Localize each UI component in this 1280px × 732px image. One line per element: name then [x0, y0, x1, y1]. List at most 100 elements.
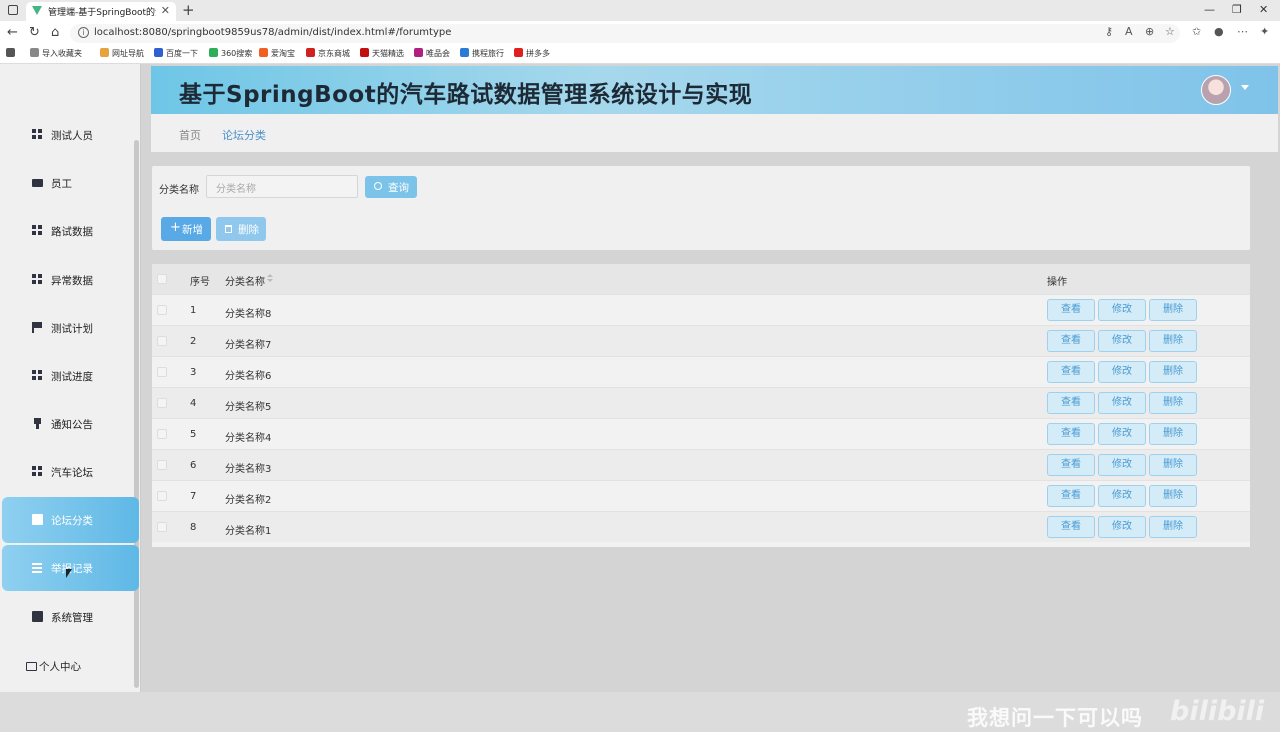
column-header-name[interactable]: 分类名称: [225, 273, 265, 288]
table-header: 序号 分类名称 操作: [152, 264, 1250, 294]
bookmark-folder-icon[interactable]: [6, 48, 18, 58]
sidebar-item-abnormal-data[interactable]: 异常数据: [2, 257, 139, 303]
caret-down-icon[interactable]: [1241, 85, 1249, 90]
delete-button[interactable]: 删除: [1149, 454, 1197, 476]
add-button[interactable]: + 新增: [161, 217, 211, 241]
row-checkbox[interactable]: [157, 429, 167, 439]
url-text: localhost:8080/springboot9859us78/admin/…: [94, 27, 452, 38]
copilot-icon[interactable]: ✦: [1260, 25, 1269, 38]
delete-button[interactable]: 删除: [1149, 516, 1197, 538]
edit-button[interactable]: 修改: [1098, 423, 1146, 445]
sidebar-item-test-plan[interactable]: 测试计划: [2, 305, 139, 351]
grid-icon: [32, 129, 43, 140]
bookmark-item[interactable]: 网址导航: [100, 48, 144, 59]
row-index: 1: [190, 305, 197, 316]
edit-button[interactable]: 修改: [1098, 361, 1146, 383]
bookmark-item[interactable]: 携程旅行: [460, 48, 504, 59]
browser-tab[interactable]: 管理端-基于SpringBoot的汽车路 ✕: [26, 2, 176, 21]
query-button[interactable]: 查询: [365, 176, 417, 198]
profile-icon[interactable]: ●: [1214, 25, 1224, 38]
bookmark-item[interactable]: 百度一下: [154, 48, 198, 59]
sidebar-item-system-management[interactable]: 系统管理: [2, 594, 139, 640]
new-tab-icon[interactable]: +: [182, 1, 195, 19]
row-checkbox[interactable]: [157, 398, 167, 408]
column-header-index: 序号: [190, 277, 210, 288]
view-button[interactable]: 查看: [1047, 485, 1095, 507]
view-button[interactable]: 查看: [1047, 299, 1095, 321]
sort-icon[interactable]: [267, 274, 273, 284]
view-button[interactable]: 查看: [1047, 330, 1095, 352]
flag-icon: [32, 322, 43, 333]
favorite-star-icon[interactable]: ☆: [1165, 25, 1175, 38]
favorites-icon[interactable]: ✩: [1192, 25, 1201, 38]
bookmark-item[interactable]: 爱淘宝: [259, 48, 295, 59]
row-index: 3: [190, 367, 197, 378]
minimize-icon[interactable]: —: [1204, 3, 1215, 16]
close-window-icon[interactable]: ✕: [1259, 3, 1268, 16]
delete-button[interactable]: 删除: [1149, 299, 1197, 321]
edit-button[interactable]: 修改: [1098, 330, 1146, 352]
site-info-icon[interactable]: i: [78, 27, 89, 38]
avatar[interactable]: [1201, 75, 1231, 105]
row-checkbox[interactable]: [157, 305, 167, 315]
view-button[interactable]: 查看: [1047, 516, 1095, 538]
row-checkbox[interactable]: [157, 491, 167, 501]
batch-delete-button[interactable]: 删除: [216, 217, 266, 241]
breadcrumb-home[interactable]: 首页: [179, 127, 201, 143]
view-button[interactable]: 查看: [1047, 361, 1095, 383]
delete-button[interactable]: 删除: [1149, 423, 1197, 445]
edit-button[interactable]: 修改: [1098, 392, 1146, 414]
delete-button[interactable]: 删除: [1149, 361, 1197, 383]
sidebar-item-user-center[interactable]: 个人中心: [26, 659, 81, 674]
table-row: 2 分类名称7 查看 修改 删除: [152, 325, 1250, 356]
sidebar-item-road-test-data[interactable]: 路试数据: [2, 208, 139, 254]
grid-icon: [32, 225, 43, 236]
zoom-icon[interactable]: ⊕: [1145, 25, 1154, 38]
view-button[interactable]: 查看: [1047, 423, 1095, 445]
delete-button[interactable]: 删除: [1149, 392, 1197, 414]
edit-button[interactable]: 修改: [1098, 516, 1146, 538]
back-icon[interactable]: ←: [7, 25, 18, 40]
sidebar-item-label: 路试数据: [51, 226, 93, 238]
refresh-icon[interactable]: ↻: [29, 25, 40, 40]
close-tab-icon[interactable]: ✕: [161, 4, 170, 17]
breadcrumb-current: 论坛分类: [222, 129, 266, 142]
row-checkbox[interactable]: [157, 336, 167, 346]
sidebar-item-report-records[interactable]: 举报记录: [2, 545, 139, 591]
row-name: 分类名称4: [225, 433, 272, 444]
sidebar-item-announcements[interactable]: 通知公告: [2, 401, 139, 447]
bookmark-item[interactable]: 360搜索: [209, 48, 252, 59]
search-panel: 分类名称 分类名称 查询 + 新增 删除: [152, 166, 1250, 250]
sidebar-item-test-progress[interactable]: 测试进度: [2, 353, 139, 399]
bookmark-item[interactable]: 京东商城: [306, 48, 350, 59]
view-button[interactable]: 查看: [1047, 454, 1095, 476]
bookmark-item[interactable]: 导入收藏夹: [30, 48, 82, 59]
key-icon[interactable]: ⚷: [1105, 25, 1113, 38]
read-aloud-icon[interactable]: A: [1125, 25, 1133, 38]
category-name-search-input[interactable]: 分类名称: [206, 175, 358, 198]
maximize-icon[interactable]: ❐: [1232, 3, 1242, 16]
edit-button[interactable]: 修改: [1098, 454, 1146, 476]
home-icon[interactable]: ⌂: [51, 25, 59, 40]
bookmark-item[interactable]: 唯品会: [414, 48, 450, 59]
select-all-checkbox[interactable]: [157, 274, 167, 284]
delete-button[interactable]: 删除: [1149, 485, 1197, 507]
sidebar-item-car-forum[interactable]: 汽车论坛: [2, 449, 139, 495]
url-field[interactable]: i localhost:8080/springboot9859us78/admi…: [70, 24, 1180, 43]
sidebar-toggle-icon[interactable]: [8, 5, 18, 15]
sidebar-item-label: 举报记录: [51, 563, 93, 575]
view-button[interactable]: 查看: [1047, 392, 1095, 414]
bookmark-item[interactable]: 天猫精选: [360, 48, 404, 59]
sidebar-item-employees[interactable]: 员工: [2, 160, 139, 206]
bookmark-item[interactable]: 拼多多: [514, 48, 550, 59]
row-checkbox[interactable]: [157, 460, 167, 470]
more-icon[interactable]: ⋯: [1237, 25, 1248, 38]
delete-button[interactable]: 删除: [1149, 330, 1197, 352]
sidebar-item-label: 员工: [51, 178, 72, 190]
sidebar-item-forum-category[interactable]: 论坛分类: [2, 497, 139, 543]
edit-button[interactable]: 修改: [1098, 299, 1146, 321]
sidebar-item-testers[interactable]: 测试人员: [2, 112, 139, 158]
row-checkbox[interactable]: [157, 522, 167, 532]
row-checkbox[interactable]: [157, 367, 167, 377]
edit-button[interactable]: 修改: [1098, 485, 1146, 507]
